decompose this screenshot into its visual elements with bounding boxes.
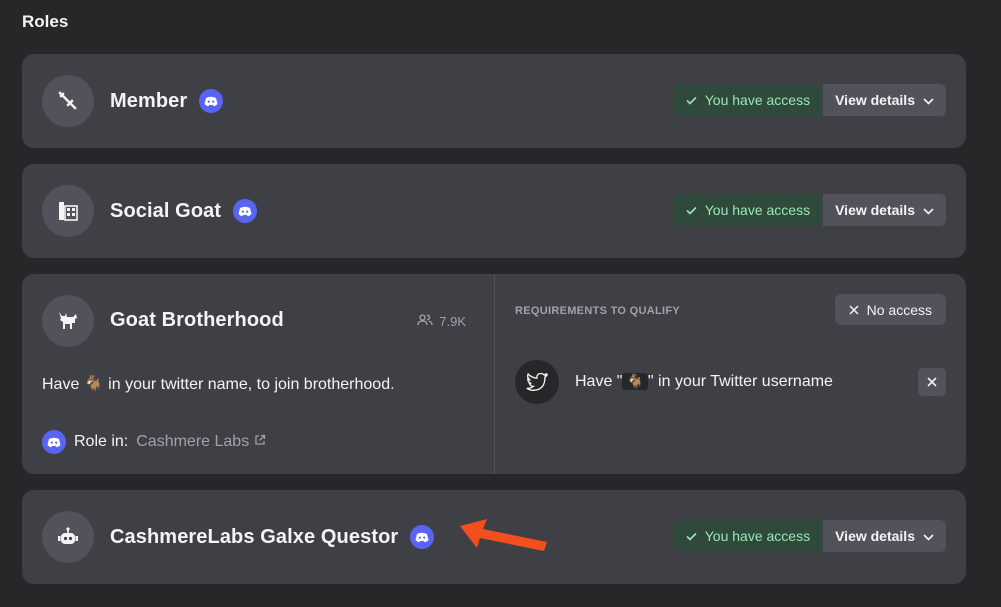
goat-icon <box>42 295 94 347</box>
requirements-pane: REQUIREMENTS TO QUALIFY No access Have "… <box>495 274 966 474</box>
view-details-button[interactable]: View details <box>822 520 946 552</box>
role-description: Have 🐐 in your twitter name, to join bro… <box>42 376 395 393</box>
role-name: Member <box>110 89 188 112</box>
check-icon <box>686 92 697 108</box>
access-label: You have access <box>704 202 811 218</box>
goat-emoji: 🐐 <box>622 373 648 390</box>
member-count-value: 7.9K <box>439 314 466 329</box>
no-access-badge: No access <box>834 294 946 325</box>
requirement-unmet-icon <box>918 368 946 396</box>
role-name: CashmereLabs Galxe Questor <box>110 525 399 548</box>
member-count: 7.9K <box>417 314 466 329</box>
role-card-member: Member You have access View details <box>22 54 966 148</box>
role-name: Social Goat <box>110 199 222 222</box>
check-icon <box>686 528 697 544</box>
role-name: Goat Brotherhood <box>110 309 284 331</box>
close-icon <box>849 302 859 318</box>
no-access-label: No access <box>866 301 932 318</box>
discord-icon <box>42 430 66 454</box>
view-details-button[interactable]: View details <box>822 84 946 116</box>
phone-grid-icon <box>42 185 94 237</box>
view-details-label: View details <box>835 92 915 108</box>
role-info-pane: Goat Brotherhood 7.9K Have 🐐 in your twi… <box>22 274 495 474</box>
access-label: You have access <box>704 92 811 108</box>
access-status-badge: You have access <box>673 194 823 226</box>
users-icon <box>417 314 433 329</box>
twitter-icon <box>515 360 559 404</box>
role-card-social-goat: Social Goat You have access View details <box>22 164 966 258</box>
chevron-down-icon <box>923 202 934 218</box>
chevron-down-icon <box>923 92 934 108</box>
chevron-down-icon <box>923 528 934 544</box>
role-in: Role in: Cashmere Labs <box>42 430 266 454</box>
access-label: You have access <box>704 528 811 544</box>
view-details-label: View details <box>835 202 915 218</box>
requirement-suffix: " in your Twitter username <box>647 373 833 390</box>
sword-icon <box>42 75 94 127</box>
robot-icon <box>42 511 94 563</box>
requirement-text: Have " 🐐 " in your Twitter username <box>575 373 833 391</box>
external-link-icon <box>254 433 266 451</box>
check-icon <box>686 202 697 218</box>
guild-link-text: Cashmere Labs <box>136 433 250 450</box>
guild-link[interactable]: Cashmere Labs <box>136 433 266 451</box>
view-details-button[interactable]: View details <box>822 194 946 226</box>
role-in-label: Role in: <box>74 433 129 450</box>
requirement-item: Have " 🐐 " in your Twitter username <box>515 360 946 404</box>
requirement-prefix: Have " <box>575 373 623 390</box>
section-title: Roles <box>22 12 69 31</box>
access-status-badge: You have access <box>673 84 823 116</box>
access-status-badge: You have access <box>673 520 823 552</box>
annotation-arrow-icon <box>455 516 551 561</box>
discord-icon <box>233 199 258 223</box>
role-card-goat-brotherhood: Goat Brotherhood 7.9K Have 🐐 in your twi… <box>22 274 966 474</box>
discord-icon <box>410 525 435 549</box>
view-details-label: View details <box>835 528 915 544</box>
discord-icon <box>199 89 224 113</box>
requirements-title: REQUIREMENTS TO QUALIFY <box>515 305 680 317</box>
